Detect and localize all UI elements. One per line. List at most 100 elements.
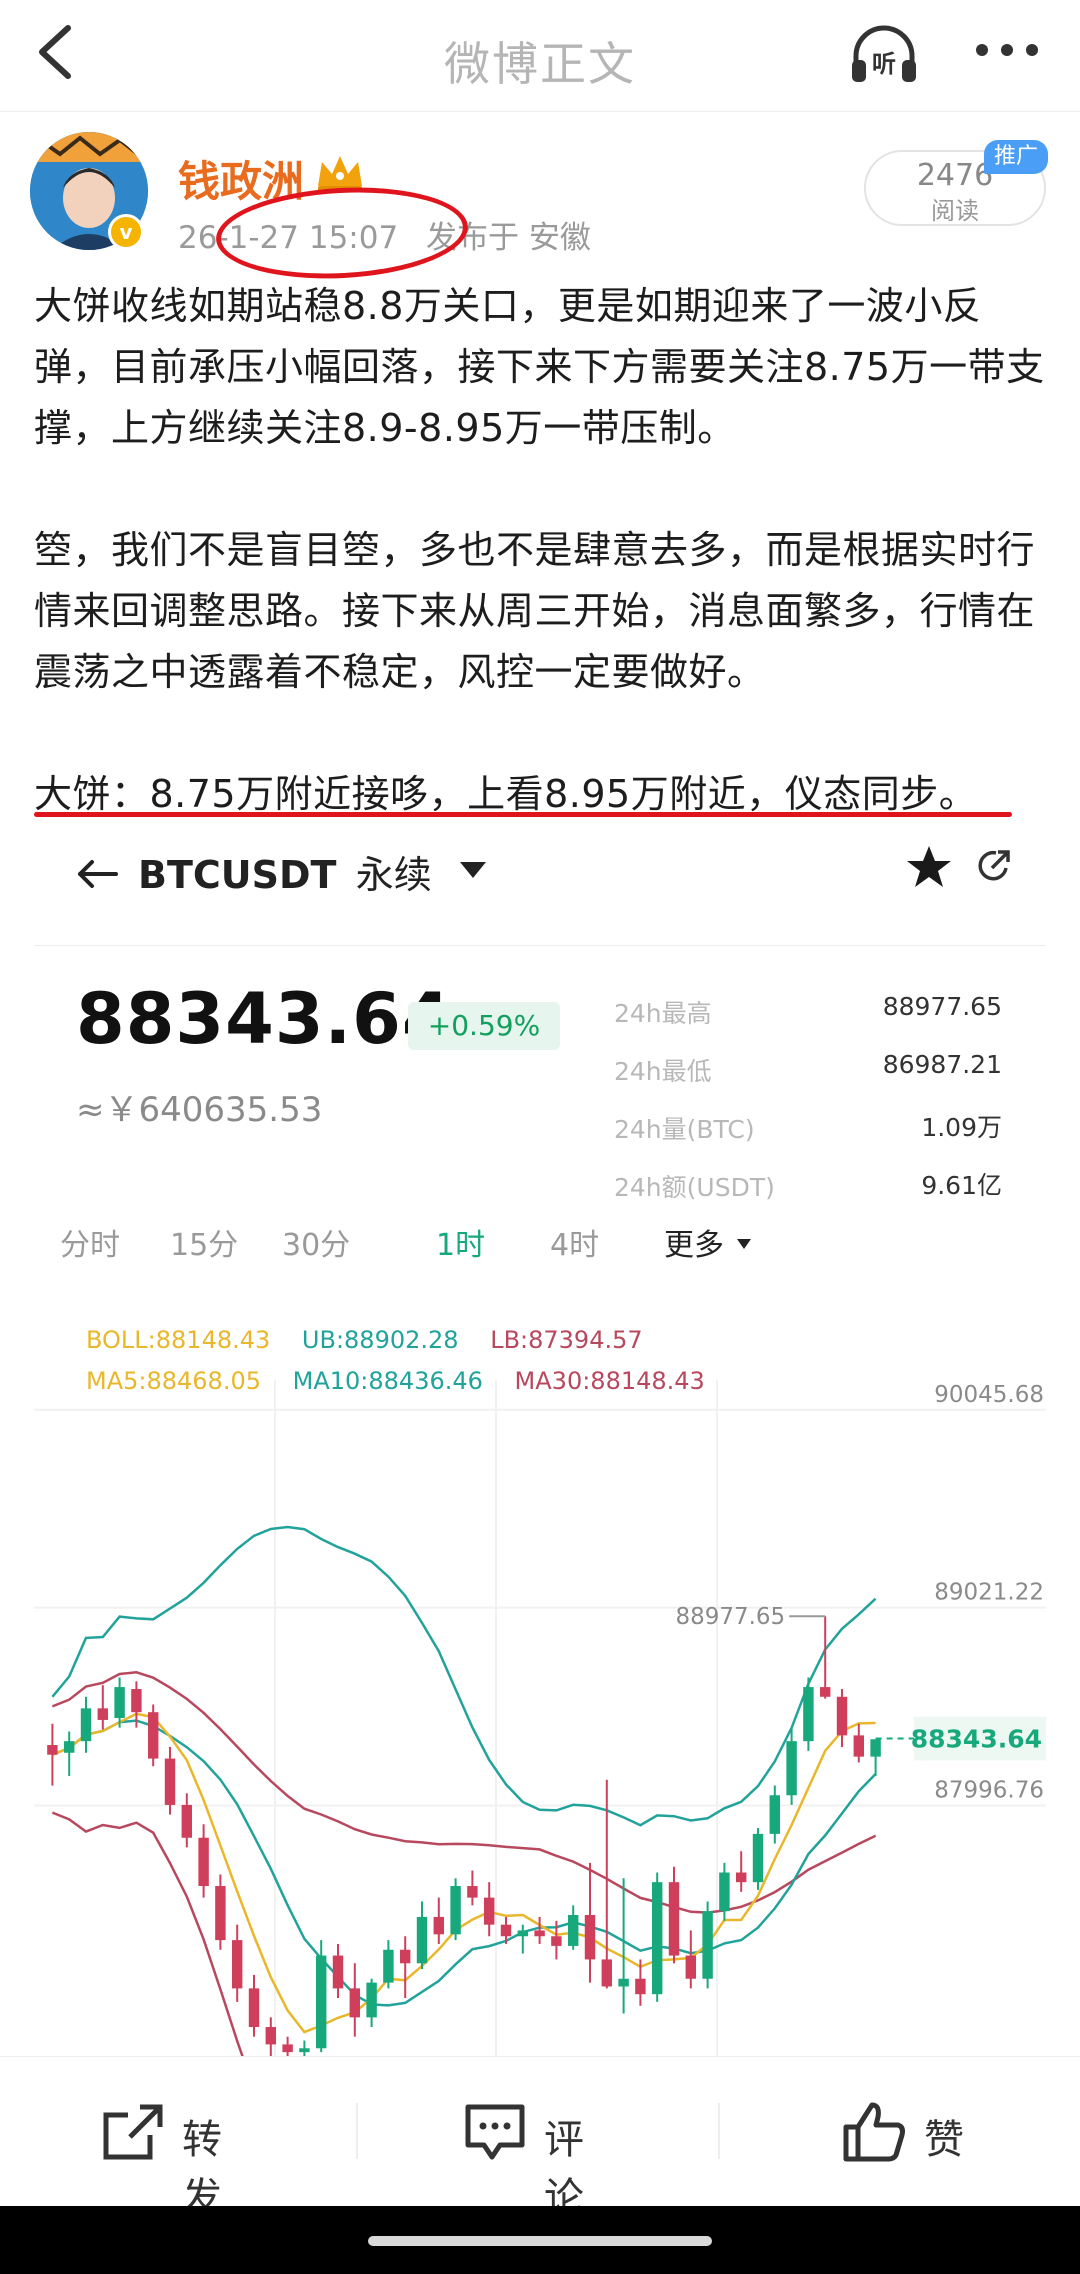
post-body: 大饼收线如期站稳8.8万关口，更是如期迎来了一波小反弹，目前承压小幅回落，接下来…: [34, 276, 1054, 825]
candle-body: [248, 1988, 260, 2028]
candle-body: [131, 1689, 142, 1713]
y-tick-label: 87996.76: [934, 1778, 1044, 1804]
lower-band-line: [51, 1811, 244, 2056]
like-label: 赞: [924, 2117, 964, 2163]
candle-body: [97, 1708, 109, 1720]
comment-icon: [465, 2104, 525, 2160]
candle-body: [618, 1978, 629, 1987]
candle-body: [702, 1911, 713, 1979]
stat-key: 24h最高: [614, 999, 712, 1028]
pair-contract: 永续: [355, 853, 432, 897]
tab-4h[interactable]: 4时: [550, 1220, 599, 1264]
boll-legend: BOLL:88148.43 UB:88902.28 LB:87394.57: [86, 1326, 667, 1354]
candle-body: [383, 1949, 394, 1983]
legend-ma30: MA30:88148.43: [514, 1367, 705, 1395]
star-icon[interactable]: [904, 842, 954, 892]
pair-header: BTCUSDT 永续: [34, 826, 1046, 946]
tab-30m[interactable]: 30分: [282, 1220, 350, 1264]
candle-body: [47, 1745, 58, 1755]
post-paragraph: 大饼收线如期站稳8.8万关口，更是如期迎来了一波小反弹，目前承压小幅回落，接下来…: [34, 284, 1045, 450]
candle-body: [147, 1712, 159, 1759]
divider: [718, 2103, 720, 2159]
caret-down-icon: [737, 1239, 751, 1249]
tab-more[interactable]: 更多: [664, 1220, 724, 1264]
dropdown-caret-icon[interactable]: [458, 860, 488, 880]
candle-body: [584, 1915, 596, 1960]
candle-body: [803, 1687, 814, 1742]
stat-key: 24h最低: [614, 1057, 712, 1086]
tab-timeshare[interactable]: 分时: [60, 1220, 120, 1264]
candle-body: [635, 1978, 646, 1995]
reads-label: 阅读: [931, 197, 979, 225]
candle-body: [366, 1982, 377, 2018]
candle-body: [332, 1955, 344, 1989]
headphones-icon[interactable]: 听: [848, 22, 920, 86]
red-underline-annotation: [34, 812, 1012, 817]
candle-body: [870, 1739, 881, 1757]
stat-key: 24h额(USDT): [614, 1173, 775, 1202]
candlestick-chart[interactable]: 90045.68 89021.22 87996.76 88977.65 88343.64: [34, 1300, 1046, 2056]
candle-body: [786, 1741, 797, 1796]
home-indicator[interactable]: [368, 2236, 712, 2246]
candle-body: [685, 1955, 697, 1979]
stat-value: 1.09万: [921, 1113, 1002, 1142]
candle-body: [752, 1833, 764, 1883]
y-tick-label: 89021.22: [934, 1580, 1044, 1606]
stat-row: 24h最高 88977.65: [614, 986, 1044, 1044]
candle-body: [181, 1804, 193, 1838]
timeframe-tabs: 分时 15分 30分 1时 4时 更多: [34, 1220, 1046, 1280]
candle-body: [299, 2048, 310, 2053]
candle-body: [500, 1924, 512, 1937]
share-icon: [103, 2104, 163, 2160]
high-marker-label: 88977.65: [675, 1604, 785, 1630]
stat-row: 24h额(USDT) 9.61亿: [614, 1160, 1044, 1218]
candle-body: [483, 1897, 495, 1925]
candle-body: [551, 1936, 562, 1946]
upper-band-line: [51, 1525, 877, 1827]
tab-15m[interactable]: 15分: [170, 1220, 238, 1264]
candle-body: [399, 1949, 411, 1964]
thumbs-up-icon: [843, 2102, 905, 2162]
change-badge: +0.59%: [408, 1002, 560, 1050]
system-nav-bar: [0, 2206, 1080, 2274]
candle-body: [719, 1872, 730, 1912]
divider: [356, 2103, 358, 2159]
cny-price: ≈￥640635.53: [76, 1090, 323, 1130]
listen-label: 听: [872, 50, 896, 78]
candle-body: [265, 2027, 277, 2045]
share-external-icon[interactable]: [974, 846, 1014, 886]
legend-ub: UB:88902.28: [301, 1326, 459, 1354]
candle-body: [114, 1687, 125, 1718]
ma-legend: MA5:88468.05 MA10:88436.46 MA30:88148.43: [86, 1367, 729, 1395]
verified-badge-icon: v: [108, 214, 144, 250]
post-paragraph: 箜，我们不是盲目箜，多也不是肆意去多，而是根据实时行情来回调整思路。接下来从周三…: [34, 528, 1036, 694]
stat-row: 24h最低 86987.21: [614, 1044, 1044, 1102]
more-dots-icon[interactable]: [972, 30, 1042, 70]
candle-body: [80, 1708, 92, 1742]
candle-body: [231, 1940, 243, 1989]
candle-body: [735, 1872, 747, 1883]
top-bar: 微博正文 听: [0, 0, 1080, 112]
candle-body: [467, 1886, 478, 1898]
candle-body: [349, 1988, 361, 2018]
legend-boll: BOLL:88148.43: [86, 1326, 271, 1354]
stat-value: 9.61亿: [921, 1171, 1002, 1200]
legend-ma10: MA10:88436.46: [292, 1367, 483, 1395]
pair-symbol: BTCUSDT: [138, 853, 337, 897]
candle-body: [534, 1930, 545, 1937]
trading-screenshot: BTCUSDT 永续 88343.64 +0.59% ≈￥640635.53 2…: [34, 826, 1046, 2056]
candle-body: [651, 1882, 663, 1995]
candle-body: [164, 1758, 176, 1805]
arrow-left-icon[interactable]: [74, 854, 120, 894]
candle-body: [853, 1735, 865, 1757]
stat-value: 88977.65: [882, 992, 1002, 1021]
pair-title[interactable]: BTCUSDT 永续: [138, 844, 432, 899]
action-bar: 转发 评论 赞: [0, 2056, 1080, 2221]
candle-body: [416, 1916, 428, 1964]
tab-1h[interactable]: 1时: [436, 1220, 485, 1264]
ticker-stats: 24h最高 88977.65 24h最低 86987.21 24h量(BTC) 1.0…: [614, 986, 1044, 1218]
candle-body: [450, 1886, 461, 1935]
last-price-label: 88343.64: [911, 1725, 1042, 1754]
candle-body: [601, 1959, 613, 1987]
candle-body: [63, 1741, 75, 1753]
